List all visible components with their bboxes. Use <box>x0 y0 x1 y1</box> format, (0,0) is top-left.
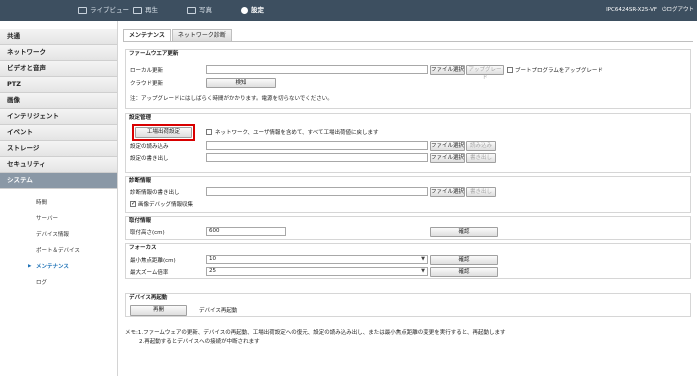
reboot-section: デバイス再起動 再開 デバイス再起動 <box>125 293 691 317</box>
reset-all-checkbox[interactable] <box>206 129 212 135</box>
diagnosis-export-button[interactable]: 書き出し <box>466 187 496 197</box>
reset-all-label: ネットワーク、ユーザ情報を含めて、すべて工場出荷値に戻します <box>215 130 379 136</box>
nav-playback-label: 再生 <box>145 6 158 14</box>
min-focus-distance-value: 10 <box>209 256 216 262</box>
chevron-down-icon: ▼ <box>421 256 425 262</box>
boot-upgrade-checkbox[interactable] <box>507 67 513 73</box>
sidebar-item-network[interactable]: ネットワーク <box>0 45 117 61</box>
firmware-file-select-button[interactable]: ファイル選択 <box>430 65 465 75</box>
nav-live-view[interactable]: ライブビュー <box>78 0 129 21</box>
nav-settings[interactable]: 設定 <box>241 0 264 21</box>
cloud-update-label: クラウド更新 <box>130 81 164 87</box>
nav-settings-label: 設定 <box>251 6 264 14</box>
tab-network-diagnosis[interactable]: ネットワーク診断 <box>171 29 232 41</box>
diagnosis-export-label: 診断情報の書き出し <box>130 190 180 196</box>
config-export-path-input[interactable] <box>206 153 428 162</box>
sidebar-item-system[interactable]: システム <box>0 173 117 189</box>
firmware-title: ファームウエア更新 <box>129 51 179 57</box>
upgrade-button[interactable]: アップグレード <box>466 65 504 81</box>
playback-icon <box>133 7 142 14</box>
nav-live-view-label: ライブビュー <box>90 6 129 14</box>
install-section: 取付情報 取付高さ(cm) 600 確認 <box>125 216 691 240</box>
submenu-log[interactable]: ログ <box>0 275 117 291</box>
local-update-path-input[interactable] <box>206 65 428 74</box>
main-content: メンテナンス ネットワーク診断 ファームウエア更新 ローカル更新 ファイル選択 … <box>119 21 697 376</box>
sidebar-item-security[interactable]: セキュリティ <box>0 157 117 173</box>
firmware-note: 注：アップグレードにはしばらく時間がかかります。電源を切らないでください。 <box>130 96 333 102</box>
config-export-label: 設定の書き出し <box>130 156 169 162</box>
system-submenu: 時間 サーバー デバイス情報 ポート＆デバイス メンテナンス ログ <box>0 189 117 291</box>
nav-photo[interactable]: 写真 <box>187 0 212 21</box>
factory-reset-highlight <box>132 124 195 141</box>
install-confirm-button[interactable]: 確認 <box>430 227 498 237</box>
diagnosis-export-path-input[interactable] <box>206 187 428 196</box>
reboot-label: デバイス再起動 <box>199 308 238 314</box>
nav-photo-label: 写真 <box>199 6 212 14</box>
focus-title: フォーカス <box>129 245 157 251</box>
sidebar-item-intelligent[interactable]: インテリジェント <box>0 109 117 125</box>
image-debug-checkbox[interactable] <box>130 200 136 207</box>
logout-label: ログアウト <box>666 7 694 13</box>
install-height-label: 取付高さ(cm) <box>130 230 165 236</box>
min-focus-distance-label: 最小焦点距離(cm) <box>130 258 176 264</box>
submenu-device-info[interactable]: デバイス情報 <box>0 227 117 243</box>
detect-button[interactable]: 検知 <box>206 78 276 88</box>
boot-upgrade-label: ブートプログラムをアップグレード <box>515 68 603 74</box>
sidebar-item-event[interactable]: イベント <box>0 125 117 141</box>
min-focus-distance-select[interactable]: 10 ▼ <box>206 255 428 264</box>
config-section: 設定管理 工場出荷設定 ネットワーク、ユーザ情報を含めて、すべて工場出荷値に戻し… <box>125 113 691 173</box>
firmware-section: ファームウエア更新 ローカル更新 ファイル選択 アップグレード ブートプログラム… <box>125 49 691 109</box>
settings-gear-icon <box>241 7 248 14</box>
footer-note-line1: メモ:1.ファームウェアの更新、デバイスの再起動、工場出荷設定への復元、設定の読… <box>125 330 506 336</box>
reboot-title: デバイス再起動 <box>129 295 168 301</box>
focus-section: フォーカス 最小焦点距離(cm) 10 ▼ 確認 最大ズーム倍率 25 ▼ 確認 <box>125 243 691 279</box>
footer-note-line2: 2.再起動するとデバイスへの接続が中断されます <box>139 339 260 345</box>
max-zoom-value: 25 <box>209 268 216 274</box>
config-export-button[interactable]: 書き出し <box>466 153 496 163</box>
config-title: 設定管理 <box>129 115 152 121</box>
submenu-maintenance[interactable]: メンテナンス <box>0 259 117 275</box>
submenu-ports-devices[interactable]: ポート＆デバイス <box>0 243 117 259</box>
config-import-label: 設定の読み込み <box>130 144 169 150</box>
device-model: IPC6424SR-X25-VF <box>606 7 657 13</box>
chevron-down-icon: ▼ <box>421 268 425 274</box>
logout-link[interactable]: ⏻ログアウト <box>662 0 694 21</box>
tab-divider <box>123 41 693 42</box>
sidebar-item-ptz[interactable]: PTZ <box>0 77 117 93</box>
submenu-server[interactable]: サーバー <box>0 211 117 227</box>
max-zoom-confirm-button[interactable]: 確認 <box>430 267 498 277</box>
config-import-file-select-button[interactable]: ファイル選択 <box>430 141 465 151</box>
config-import-button[interactable]: 読み込み <box>466 141 496 151</box>
config-import-path-input[interactable] <box>206 141 428 150</box>
image-debug-label: 画像デバッグ情報収集 <box>138 202 194 208</box>
monitor-icon <box>78 7 87 14</box>
nav-playback[interactable]: 再生 <box>133 0 158 21</box>
install-title: 取付情報 <box>129 218 152 224</box>
top-navigation-bar: ライブビュー 再生 写真 設定 IPC6424SR-X25-VF ⏻ログアウト <box>0 0 697 21</box>
max-zoom-select[interactable]: 25 ▼ <box>206 267 428 276</box>
submenu-time[interactable]: 時間 <box>0 195 117 211</box>
sidebar-item-storage[interactable]: ストレージ <box>0 141 117 157</box>
max-zoom-label: 最大ズーム倍率 <box>130 270 169 276</box>
reboot-button[interactable]: 再開 <box>130 305 187 316</box>
local-update-label: ローカル更新 <box>130 68 164 74</box>
sidebar-item-video-audio[interactable]: ビデオと音声 <box>0 61 117 77</box>
install-height-input[interactable]: 600 <box>206 227 286 236</box>
min-focus-confirm-button[interactable]: 確認 <box>430 255 498 265</box>
tab-maintenance[interactable]: メンテナンス <box>123 29 171 41</box>
sidebar: 共通 ネットワーク ビデオと音声 PTZ 画像 インテリジェント イベント スト… <box>0 21 118 376</box>
config-export-file-select-button[interactable]: ファイル選択 <box>430 153 465 163</box>
diagnosis-file-select-button[interactable]: ファイル選択 <box>430 187 465 197</box>
sidebar-item-image[interactable]: 画像 <box>0 93 117 109</box>
photo-icon <box>187 7 196 14</box>
diagnosis-section: 診断情報 診断情報の書き出し ファイル選択 書き出し 画像デバッグ情報収集 <box>125 176 691 213</box>
tab-bar: メンテナンス ネットワーク診断 <box>123 29 232 41</box>
diagnosis-title: 診断情報 <box>129 178 152 184</box>
sidebar-item-common[interactable]: 共通 <box>0 29 117 45</box>
